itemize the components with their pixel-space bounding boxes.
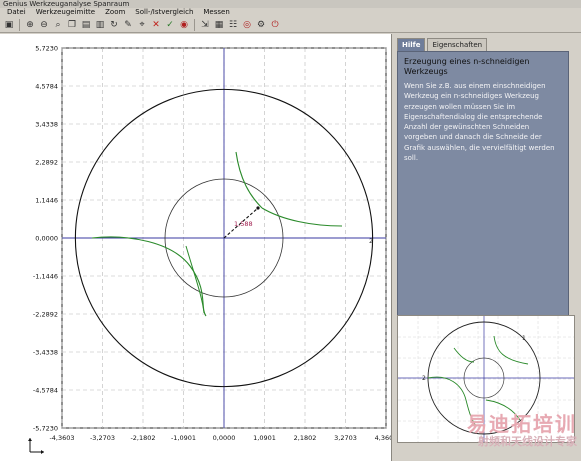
x-tick-label: -3,2703 [90,434,115,442]
check-icon[interactable]: ✓ [164,19,176,31]
y-tick-label: 0,0000 [35,235,58,243]
watermark: 易迪拓培训 射频和天线设计专家 [427,413,577,457]
y-tick-label: 1,1446 [35,197,58,205]
copy-icon[interactable]: ❐ [66,19,78,31]
x-tick-label: 3,2703 [334,434,357,442]
corner-arrow-x [41,450,44,454]
help-panel: Erzeugung eines n-schneidigen Werkzeugs … [397,51,569,333]
zoom-out-icon[interactable]: ⊖ [38,19,50,31]
menu-datei[interactable]: Datei [2,8,31,17]
zoom-fit-icon[interactable]: ⌕ [52,19,64,31]
y-tick-label: -5,7230 [33,425,58,433]
preview-label-1: 1 [522,335,526,342]
toolbar: ▣ ⊕ ⊖ ⌕ ❐ ▤ ▥ ↻ ✎ ⌖ ✕ ✓ ◉ ⇲ ▦ ☷ ◎ ⚙ ⏻ [0,17,581,33]
side-tabs: Hilfe Eigenschaften [397,38,488,51]
exit-icon[interactable]: ⏻ [269,19,281,31]
plot-canvas[interactable]: -4,3603 -3,2703 -2,1802 -1,0901 0,0000 1,0901… [0,34,391,461]
x-tick-label: -1,0901 [171,434,196,442]
toolbar-separator [19,18,20,31]
menu-messen[interactable]: Messen [198,8,234,17]
corner-arrow-y [28,438,32,441]
y-tick-label: 4,5784 [35,83,58,91]
menu-werkzeugmitte[interactable]: Werkzeugeimitte [31,8,100,17]
rotate-icon[interactable]: ↻ [108,19,120,31]
watermark-tagline: 射频和天线设计专家 [478,435,577,448]
y-tick-label: 3,4338 [35,121,58,129]
print-icon[interactable]: ▥ [94,19,106,31]
zoom-in-icon[interactable]: ⊕ [24,19,36,31]
menu-bar: Datei Werkzeugeimitte Zoom Soll-/Istverg… [0,8,581,17]
x-tick-label: 4,3603 [375,434,391,442]
y-tick-label: -3,4338 [33,349,58,357]
save-icon[interactable]: ▣ [3,19,15,31]
measure-icon[interactable]: ⌖ [136,19,148,31]
measure-label: 1,588 [234,220,253,228]
target-icon[interactable]: ◉ [178,19,190,31]
watermark-logo: 易迪拓培训 [467,412,577,436]
window-title: Genius Werkzeuganalyse Spanraum [0,0,581,8]
point-label: 2 [369,237,373,245]
cancel-icon[interactable]: ✕ [150,19,162,31]
x-tick-label: -4,3603 [49,434,74,442]
y-tick-label: 5,7230 [35,45,58,53]
preview-edge-4 [453,347,475,363]
help-title: Erzeugung eines n-schneidigen Werkzeugs [404,57,530,76]
toolbar-separator [194,18,195,31]
menu-zoom[interactable]: Zoom [100,8,130,17]
y-tick-label: -4,5784 [33,387,58,395]
measure-point [256,206,260,210]
menu-soll-ist[interactable]: Soll-/Istvergleich [130,8,198,17]
tab-hilfe[interactable]: Hilfe [397,38,426,51]
y-tick-label: -1,1446 [33,273,58,281]
x-tick-label: -2,1802 [130,434,155,442]
x-tick-label: 0,0000 [213,434,236,442]
y-tick-label: 2,2892 [35,159,58,167]
preview-label-2: 2 [422,375,426,382]
grid-icon[interactable]: ▦ [213,19,225,31]
settings-icon[interactable]: ⚙ [255,19,267,31]
x-tick-label: 2,1802 [294,434,317,442]
paste-icon[interactable]: ▤ [80,19,92,31]
table-icon[interactable]: ☷ [227,19,239,31]
export-icon[interactable]: ⇲ [199,19,211,31]
circle-icon[interactable]: ◎ [241,19,253,31]
tool-plot[interactable]: -4,3603 -3,2703 -2,1802 -1,0901 0,0000 1,0901… [0,34,392,461]
tab-eigenschaften[interactable]: Eigenschaften [427,38,488,51]
help-body: Wenn Sie z.B. aus einem einschneidigen W… [404,82,555,163]
side-panel: Hilfe Eigenschaften Erzeugung eines n-sc… [393,34,581,461]
tool-icon[interactable]: ✎ [122,19,134,31]
x-tick-label: 1,0901 [253,434,276,442]
y-tick-label: -2,2892 [33,311,58,319]
